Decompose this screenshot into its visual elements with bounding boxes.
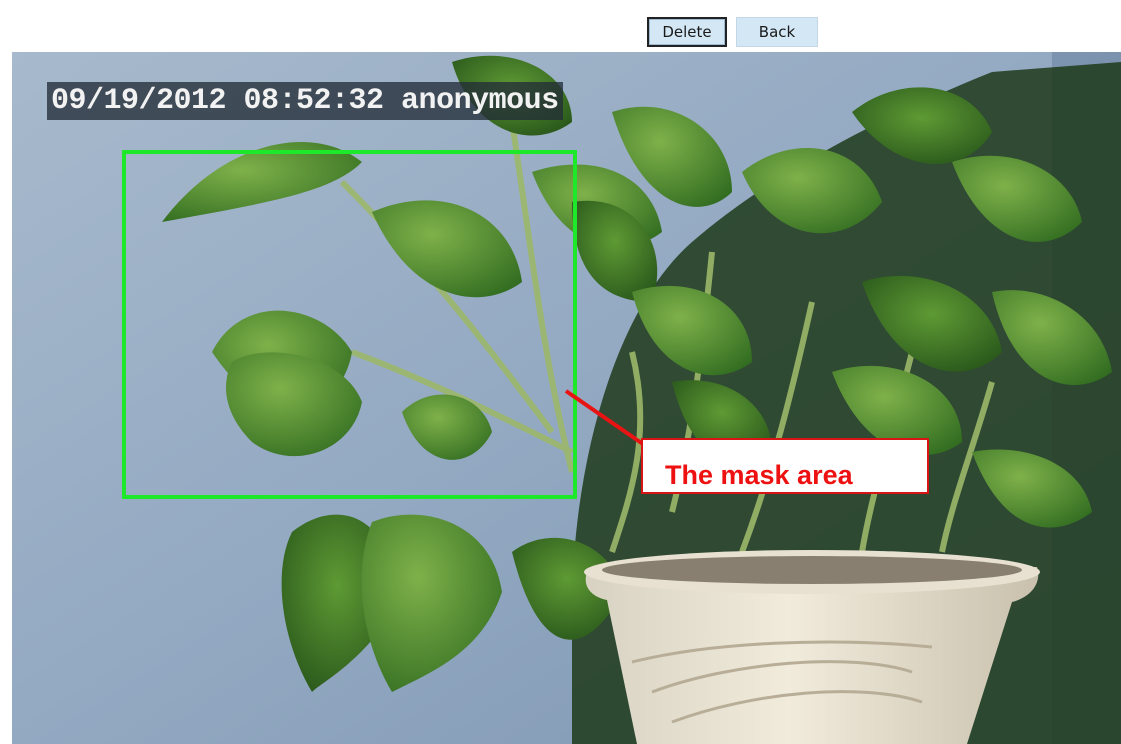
- delete-button[interactable]: Delete: [647, 17, 727, 47]
- timestamp-overlay: 09/19/2012 08:52:32 anonymous: [47, 82, 563, 120]
- back-button[interactable]: Back: [736, 17, 818, 47]
- mask-area-callout: The mask area: [641, 438, 929, 494]
- mask-area-rectangle[interactable]: [122, 150, 577, 499]
- toolbar: Delete Back: [0, 0, 1121, 52]
- camera-privacy-mask-page: Delete Back 09/19/2012 08:52:32 anonymou…: [0, 0, 1121, 744]
